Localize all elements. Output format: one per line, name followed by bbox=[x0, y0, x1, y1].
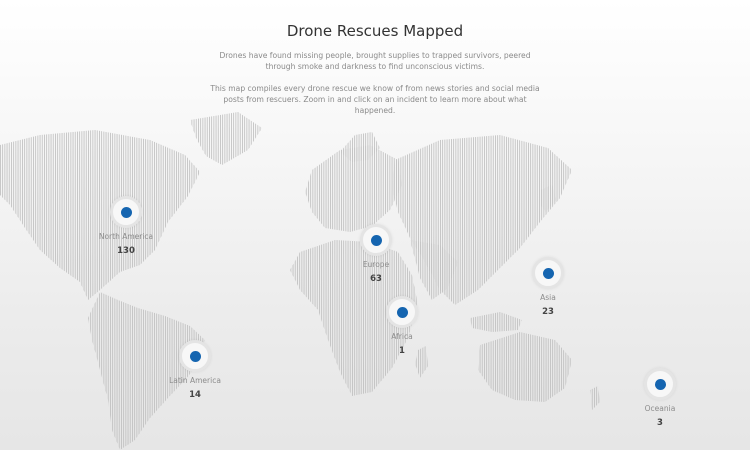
region-label: Asia bbox=[540, 293, 556, 302]
marker-ring[interactable] bbox=[360, 224, 392, 256]
region-label: Latin America bbox=[169, 376, 221, 385]
marker-africa[interactable]: Africa 1 bbox=[342, 296, 462, 356]
rescue-count: 130 bbox=[117, 246, 135, 256]
greenland-landmass bbox=[190, 112, 262, 165]
marker-europe[interactable]: Europe 63 bbox=[316, 224, 436, 284]
marker-latin-america[interactable]: Latin America 14 bbox=[135, 340, 255, 400]
marker-oceania[interactable]: Oceania 3 bbox=[600, 368, 720, 428]
location-dot-icon bbox=[542, 267, 554, 279]
marker-ring[interactable] bbox=[532, 257, 564, 289]
rescue-count: 1 bbox=[399, 346, 405, 356]
rescue-count: 23 bbox=[542, 307, 554, 317]
marker-ring[interactable] bbox=[110, 196, 142, 228]
marker-asia[interactable]: Asia 23 bbox=[488, 257, 608, 317]
marker-ring[interactable] bbox=[644, 368, 676, 400]
marker-ring[interactable] bbox=[386, 296, 418, 328]
location-dot-icon bbox=[120, 206, 132, 218]
rescue-count: 63 bbox=[370, 274, 382, 284]
region-label: Oceania bbox=[644, 404, 676, 413]
marker-ring[interactable] bbox=[179, 340, 211, 372]
rescue-count: 14 bbox=[189, 390, 201, 400]
location-dot-icon bbox=[396, 306, 408, 318]
region-label: Africa bbox=[391, 332, 413, 341]
rescue-count: 3 bbox=[657, 418, 663, 428]
new-zealand-landmass bbox=[590, 386, 600, 410]
location-dot-icon bbox=[370, 234, 382, 246]
region-label: Europe bbox=[362, 260, 390, 269]
location-dot-icon bbox=[189, 350, 201, 362]
australia-landmass bbox=[478, 332, 572, 402]
region-label: North America bbox=[98, 232, 154, 241]
marker-north-america[interactable]: North America 130 bbox=[66, 196, 186, 256]
location-dot-icon bbox=[654, 378, 666, 390]
